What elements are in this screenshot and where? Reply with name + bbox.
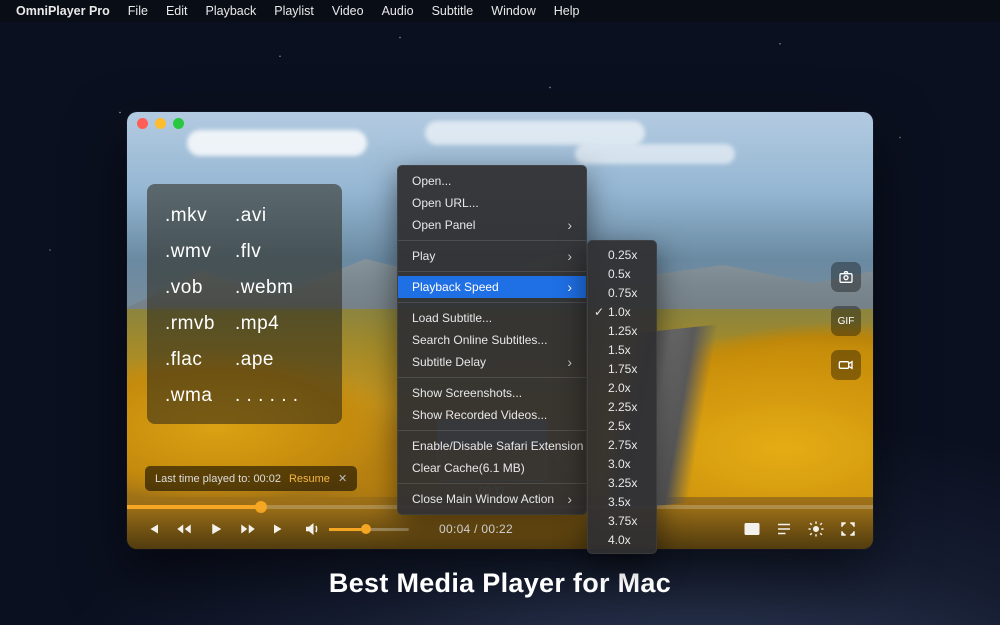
ctx-close-main-window-action[interactable]: Close Main Window Action [398,488,586,510]
speed-2-75x[interactable]: 2.75x [588,435,656,454]
resume-close-icon[interactable]: ✕ [338,472,347,485]
app-name[interactable]: OmniPlayer Pro [16,4,110,18]
speed-3-75x[interactable]: 3.75x [588,511,656,530]
ctx-playback-speed[interactable]: Playback Speed [398,276,586,298]
settings-button[interactable] [807,520,825,538]
resume-toast: Last time played to: 00:02 Resume ✕ [145,466,357,491]
playback-speed-submenu: 0.25x0.5x0.75x1.0x1.25x1.5x1.75x2.0x2.25… [587,240,657,554]
speed-2-5x[interactable]: 2.5x [588,416,656,435]
speed-0-25x[interactable]: 0.25x [588,245,656,264]
volume-slider[interactable] [329,528,409,531]
speed-1-5x[interactable]: 1.5x [588,340,656,359]
rewind-button[interactable] [175,520,193,538]
speed-3-25x[interactable]: 3.25x [588,473,656,492]
speed-0-5x[interactable]: 0.5x [588,264,656,283]
prev-track-button[interactable] [143,520,161,538]
ctx-search-online-subtitles[interactable]: Search Online Subtitles... [398,329,586,351]
next-track-button[interactable] [271,520,289,538]
gif-button[interactable]: GIF [831,306,861,336]
ctx-subtitle-delay[interactable]: Subtitle Delay [398,351,586,373]
fullscreen-button[interactable] [839,520,857,538]
menu-window[interactable]: Window [491,4,535,18]
ctx-show-recorded-videos[interactable]: Show Recorded Videos... [398,404,586,426]
window-zoom-button[interactable] [173,118,184,129]
menu-video[interactable]: Video [332,4,364,18]
menu-audio[interactable]: Audio [382,4,414,18]
ctx-enable-disable-safari-extension[interactable]: Enable/Disable Safari Extension [398,435,586,457]
quick-actions: GIF [831,262,861,380]
resume-text: Last time played to: 00:02 [155,473,281,485]
speed-2-25x[interactable]: 2.25x [588,397,656,416]
record-button[interactable] [831,350,861,380]
menu-subtitle[interactable]: Subtitle [432,4,474,18]
speed-4-0x[interactable]: 4.0x [588,530,656,549]
menu-file[interactable]: File [128,4,148,18]
pip-button[interactable] [743,520,761,538]
supported-formats-overlay: .mkv.avi .wmv.flv .vob.webm .rmvb.mp4 .f… [147,184,342,424]
menu-playback[interactable]: Playback [206,4,257,18]
screenshot-button[interactable] [831,262,861,292]
ctx-open-url[interactable]: Open URL... [398,192,586,214]
menu-edit[interactable]: Edit [166,4,188,18]
forward-button[interactable] [239,520,257,538]
resume-link[interactable]: Resume [289,473,330,485]
context-menu: Open...Open URL...Open Panel Play Playback… [397,165,587,515]
volume-icon[interactable] [303,520,321,538]
ctx-show-screenshots[interactable]: Show Screenshots... [398,382,586,404]
marketing-tagline: Best Media Player for Mac [0,568,1000,599]
play-button[interactable] [207,520,225,538]
playlist-button[interactable] [775,520,793,538]
speed-1-25x[interactable]: 1.25x [588,321,656,340]
ctx-load-subtitle[interactable]: Load Subtitle... [398,307,586,329]
system-menubar: OmniPlayer Pro File Edit Playback Playli… [0,0,1000,22]
playback-controls: 00:04 / 00:22 [127,509,873,549]
speed-3-5x[interactable]: 3.5x [588,492,656,511]
window-close-button[interactable] [137,118,148,129]
ctx-open-panel[interactable]: Open Panel [398,214,586,236]
speed-3-0x[interactable]: 3.0x [588,454,656,473]
ctx-open[interactable]: Open... [398,170,586,192]
menu-help[interactable]: Help [554,4,580,18]
menu-playlist[interactable]: Playlist [274,4,314,18]
ctx-play[interactable]: Play [398,245,586,267]
ctx-clear-cache-6-1-mb[interactable]: Clear Cache(6.1 MB) [398,457,586,479]
window-minimize-button[interactable] [155,118,166,129]
window-traffic-lights [137,118,184,129]
speed-0-75x[interactable]: 0.75x [588,283,656,302]
speed-1-0x[interactable]: 1.0x [588,302,656,321]
time-display: 00:04 / 00:22 [439,522,513,536]
speed-2-0x[interactable]: 2.0x [588,378,656,397]
speed-1-75x[interactable]: 1.75x [588,359,656,378]
